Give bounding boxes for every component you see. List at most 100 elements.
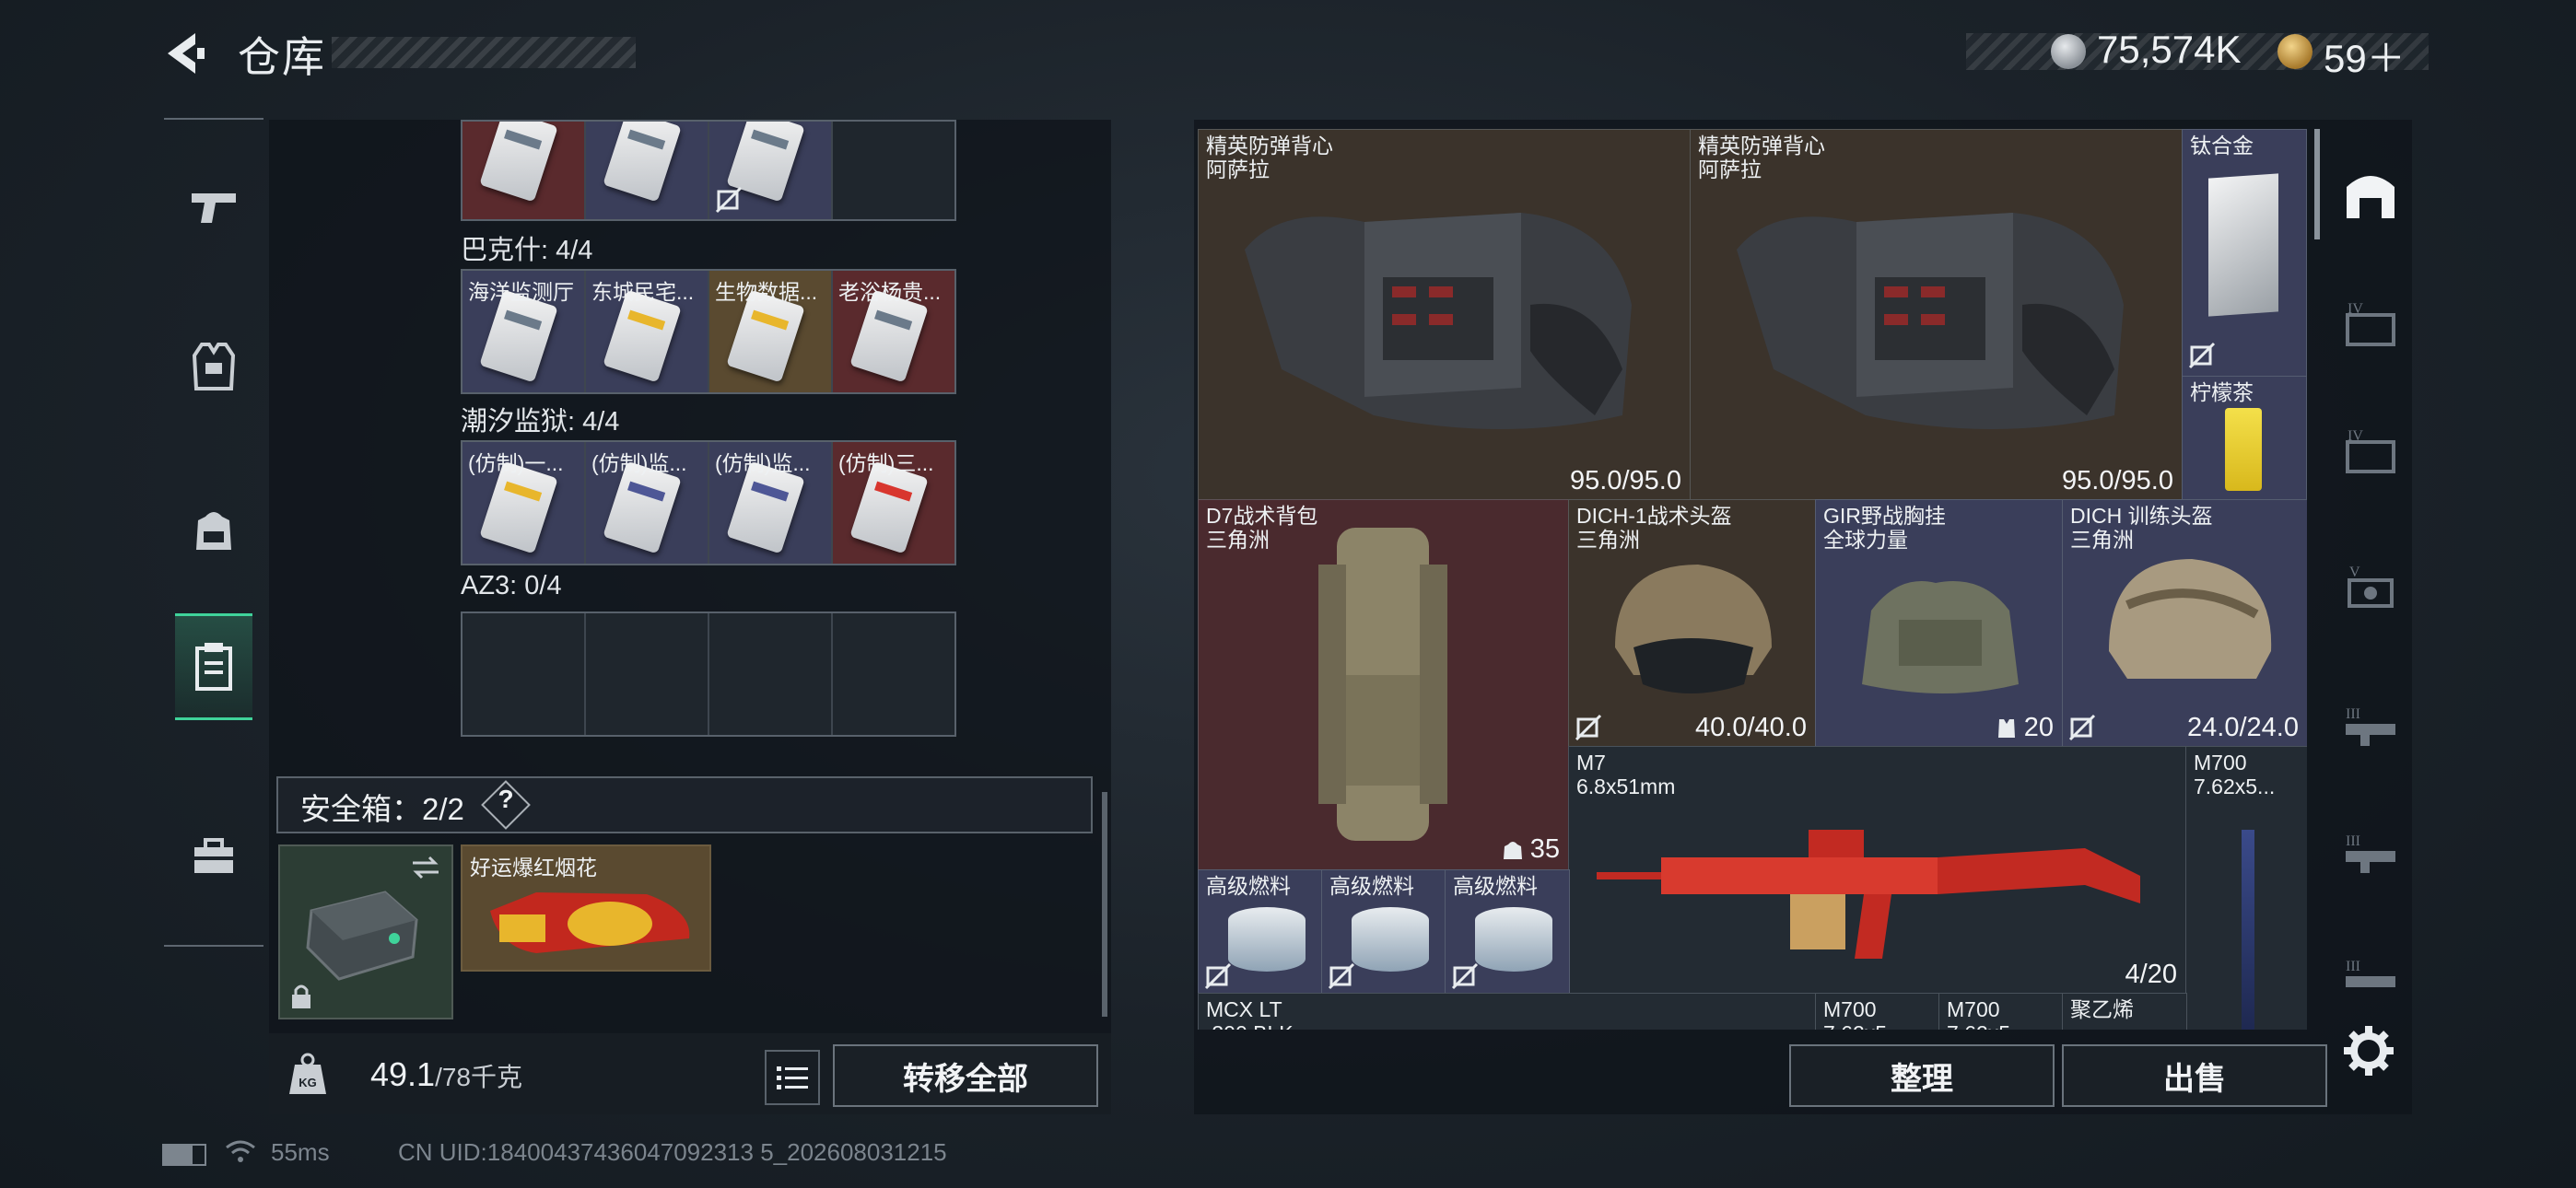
svg-text:III: III — [2346, 959, 2360, 974]
rifle-item[interactable]: M7 6.8x51mm 4/20 — [1568, 746, 2187, 995]
svg-text:KG: KG — [299, 1076, 317, 1089]
inventory-cell[interactable] — [463, 122, 586, 219]
fuel-item[interactable]: 高级燃料 — [1445, 869, 1570, 995]
nav-weapons[interactable] — [175, 168, 252, 245]
swap-icon[interactable] — [409, 854, 442, 881]
gear-icon[interactable] — [2340, 1022, 2397, 1079]
sell-button[interactable]: 出售 — [2062, 1044, 2327, 1107]
firework-item[interactable]: 好运爆红烟花 — [461, 844, 711, 972]
filter-tier-iv-b[interactable]: IV — [2340, 420, 2401, 481]
silver-coin-icon — [2051, 34, 2086, 69]
section-label-az3: AZ3: 0/4 — [461, 571, 562, 600]
inventory-cell[interactable] — [709, 122, 833, 219]
keycard-item[interactable]: 海洋监测厅 — [463, 271, 586, 392]
polyethylene-item[interactable]: 聚乙烯 — [2062, 993, 2187, 1030]
helmet-item[interactable]: DICH 训练头盔 三角洲 24.0/24.0 — [2062, 499, 2307, 748]
battery-icon — [162, 1144, 206, 1166]
titanium-item[interactable]: 钛合金 — [2182, 129, 2307, 378]
keycard-item[interactable]: 老浴杨贵... — [833, 271, 954, 392]
fuel-can-image — [1475, 907, 1552, 972]
page-title: 仓库 — [238, 33, 326, 81]
transfer-all-button[interactable]: 转移全部 — [833, 1044, 1098, 1107]
backpack-capacity: 35 — [1503, 834, 1560, 865]
keycard-item[interactable]: (仿制)监... — [586, 442, 709, 564]
filter-tier-iv-a[interactable]: IV — [2340, 293, 2401, 354]
nav-backpack[interactable] — [175, 492, 252, 569]
fuel-item[interactable]: 高级燃料 — [1321, 869, 1446, 995]
user-uid: CN UID:18400437436047092313 5_2026080312… — [398, 1138, 947, 1166]
no-sell-icon — [715, 186, 743, 214]
help-mark: ? — [498, 785, 514, 813]
m700-item[interactable]: M700 7.62x5 — [1938, 993, 2064, 1030]
no-sell-icon — [2188, 342, 2216, 369]
keycard-item[interactable]: (仿制)监... — [709, 442, 833, 564]
backpack-icon — [196, 512, 231, 550]
svg-text:IV: IV — [2348, 428, 2363, 444]
filter-tier-iii-c[interactable]: III — [2340, 947, 2401, 1007]
m700-item[interactable]: M700 7.62x5 — [1815, 993, 1940, 1030]
backpack-image — [1318, 528, 1447, 841]
svg-text:III: III — [2346, 706, 2360, 722]
gold-amount[interactable]: 59＋ — [2324, 28, 2406, 84]
empty-slot[interactable] — [833, 613, 954, 735]
safe-case-icon — [306, 891, 418, 981]
wifi-icon — [226, 1140, 255, 1162]
gold-coin-icon — [2277, 34, 2313, 69]
inventory-cell[interactable] — [586, 122, 709, 219]
mcx-item[interactable]: MCX LT .300 BLK — [1198, 993, 1817, 1030]
lemon-tea-item[interactable]: 柠檬茶 — [2182, 376, 2307, 501]
safe-box-label: 安全箱：2/2 — [300, 792, 464, 826]
tier-v-icon: V — [2348, 565, 2394, 608]
helmet-image — [2109, 559, 2272, 679]
filter-all[interactable] — [2340, 166, 2401, 227]
tier-iii-icon: III — [2346, 959, 2395, 987]
armor-vest-item[interactable]: 精英防弹背心 阿萨拉 95.0/95.0 — [1198, 129, 1692, 501]
clipboard-icon — [195, 643, 232, 691]
list-view-button[interactable] — [765, 1050, 820, 1105]
filter-tier-iii-a[interactable]: III — [2340, 694, 2401, 755]
empty-slot[interactable] — [463, 613, 586, 735]
keycard-row-tidal-prison: (仿制)一... (仿制)监... (仿制)监... (仿制)三... — [461, 440, 956, 565]
rig-capacity: 20 — [1996, 713, 2054, 743]
svg-text:III: III — [2346, 833, 2360, 849]
weight-kg-icon: KG — [289, 1053, 326, 1094]
chest-rig-item[interactable]: GIR野战胸挂 全球力量 20 — [1815, 499, 2064, 748]
vest-image — [1737, 213, 2124, 429]
organize-button[interactable]: 整理 — [1789, 1044, 2055, 1107]
filter-tier-iii-b[interactable]: III — [2340, 821, 2401, 882]
keycard-item[interactable]: (仿制)一... — [463, 442, 586, 564]
empty-slot[interactable] — [709, 613, 833, 735]
left-scrollbar[interactable] — [1102, 792, 1107, 1017]
storage-scrollbar[interactable] — [2314, 129, 2320, 239]
pistol-icon — [192, 193, 236, 223]
nav-armor[interactable] — [175, 328, 252, 405]
rifle-image — [1597, 830, 2140, 959]
section-label-tidal-prison: 潮汐监狱: 4/4 — [461, 407, 620, 437]
nav-storage[interactable] — [175, 613, 252, 720]
helmet-image — [1615, 565, 1772, 693]
no-sell-icon — [1451, 962, 1479, 990]
section-label-bakesh: 巴克什: 4/4 — [461, 236, 593, 265]
capacity-icon — [1503, 842, 1522, 860]
sniper-rifle-item[interactable]: M700 7.62x5... — [2185, 746, 2307, 1030]
fuel-can-image — [1228, 907, 1306, 972]
keycard-row-bakesh: 海洋监测厅 东城民宅... 生物数据... 老浴杨贵... — [461, 269, 956, 394]
armor-vest-item[interactable]: 精英防弹背心 阿萨拉 95.0/95.0 — [1690, 129, 2184, 501]
safe-box-item[interactable] — [278, 844, 453, 1019]
fuel-item[interactable]: 高级燃料 — [1198, 869, 1323, 995]
nav-toolbox[interactable] — [175, 818, 252, 895]
empty-slot[interactable] — [586, 613, 709, 735]
keycard-item[interactable]: 生物数据... — [709, 271, 833, 392]
keycard-item[interactable]: 东城民宅... — [586, 271, 709, 392]
list-icon — [777, 1066, 808, 1089]
chest-rig-image — [1862, 581, 2019, 693]
silver-amount[interactable]: 75,574K — [2097, 28, 2241, 72]
helmet-item[interactable]: DICH-1战术头盔 三角洲 40.0/40.0 — [1568, 499, 1817, 748]
back-icon[interactable] — [158, 28, 210, 79]
keycard-item[interactable]: (仿制)三... — [833, 442, 954, 564]
inventory-cell[interactable] — [833, 122, 954, 219]
backpack-item[interactable]: D7战术背包 三角洲 35 — [1198, 499, 1570, 871]
no-sell-icon — [1204, 962, 1232, 990]
titanium-image — [2208, 173, 2278, 317]
filter-tier-v[interactable]: V — [2340, 556, 2401, 617]
